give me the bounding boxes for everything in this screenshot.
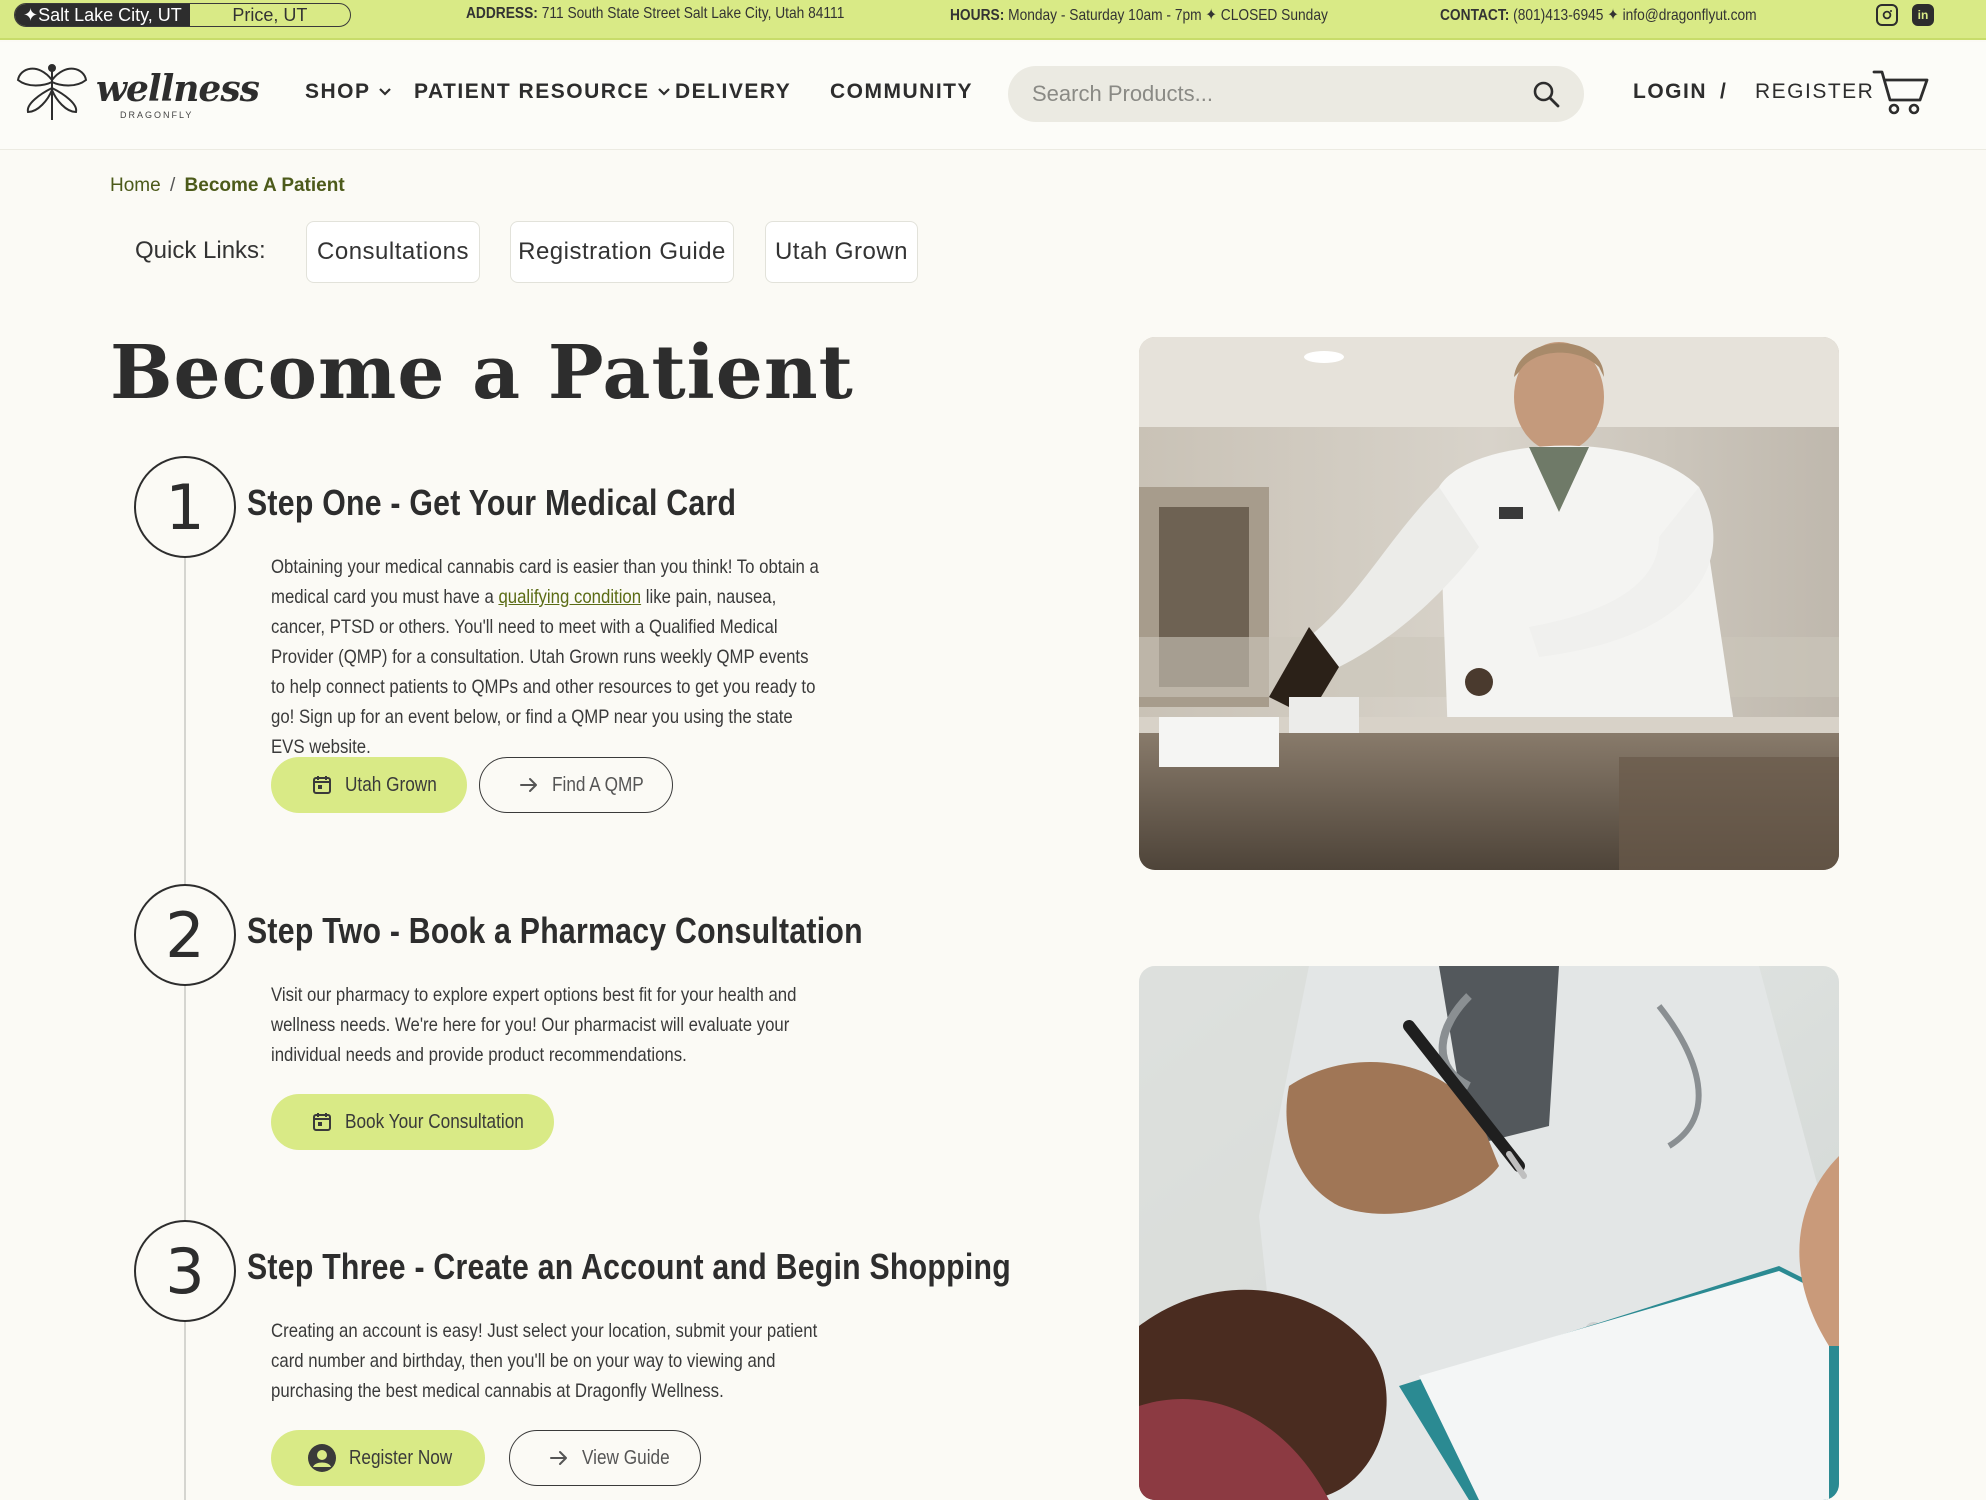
top-info-bar: ✦Salt Lake City, UT Price, UT ADDRESS: 7… xyxy=(0,0,1986,40)
calendar-icon xyxy=(313,776,331,794)
step-2-description: Visit our pharmacy to explore expert opt… xyxy=(271,984,797,1066)
contact-value: (801)413-6945 ✦ info@dragonflyut.com xyxy=(1513,7,1757,24)
utah-grown-button[interactable]: Utah Grown xyxy=(271,757,467,813)
arrow-right-icon xyxy=(520,778,537,792)
quick-link-consultations[interactable]: Consultations xyxy=(306,221,480,283)
logo-wordmark: wellness xyxy=(96,68,260,110)
consultation-image xyxy=(1139,966,1839,1500)
address-label: ADDRESS: xyxy=(466,5,538,22)
find-qmp-button[interactable]: Find A QMP xyxy=(479,757,673,813)
linkedin-glyph: in xyxy=(1917,8,1929,22)
register-link[interactable]: REGISTER xyxy=(1755,80,1874,104)
step-2-title: Step Two - Book a Pharmacy Consultation xyxy=(247,910,863,951)
arrow-right-icon xyxy=(550,1451,567,1465)
contact-info: CONTACT: (801)413-6945 ✦ info@dragonflyu… xyxy=(1440,5,1757,25)
register-now-button-label: Register Now xyxy=(349,1446,453,1469)
instagram-icon[interactable] xyxy=(1876,4,1898,26)
chevron-down-icon xyxy=(657,88,670,96)
step-3-description: Creating an account is easy! Just select… xyxy=(271,1320,818,1402)
calendar-icon xyxy=(313,1113,331,1131)
logo-subtitle: DRAGONFLY xyxy=(120,110,194,120)
breadcrumb: Home / Become A Patient xyxy=(110,175,345,197)
linkedin-icon[interactable]: in xyxy=(1912,4,1934,26)
cart-icon[interactable] xyxy=(1872,68,1930,116)
book-consultation-button[interactable]: Book Your Consultation xyxy=(271,1094,554,1150)
user-icon xyxy=(308,1444,336,1472)
pharmacist-photo xyxy=(1139,337,1839,870)
breadcrumb-home[interactable]: Home xyxy=(110,175,161,196)
nav-item-shop[interactable]: SHOP xyxy=(305,80,391,104)
consultation-photo xyxy=(1139,966,1839,1500)
search-input[interactable] xyxy=(1032,66,1512,122)
auth-separator: / xyxy=(1720,80,1728,103)
breadcrumb-current: Become A Patient xyxy=(184,175,345,196)
breadcrumb-separator: / xyxy=(169,175,176,196)
step-1-description: Obtaining your medical cannabis card is … xyxy=(271,552,821,762)
main-navigation: wellness DRAGONFLY SHOP PATIENT RESOURCE… xyxy=(0,42,1986,150)
page-title: Become a Patient xyxy=(110,330,854,416)
contact-label: CONTACT: xyxy=(1440,7,1510,24)
dragonfly-logo-icon xyxy=(16,64,88,120)
view-guide-button-label: View Guide xyxy=(582,1446,670,1469)
quick-link-registration-guide[interactable]: Registration Guide xyxy=(510,221,734,283)
nav-item-delivery-label: DELIVERY xyxy=(675,80,792,103)
chevron-down-icon xyxy=(378,88,391,96)
utah-grown-button-label: Utah Grown xyxy=(345,773,437,796)
find-qmp-button-label: Find A QMP xyxy=(552,773,644,796)
dragonfly-wellness-logo[interactable]: wellness DRAGONFLY xyxy=(14,58,260,128)
timeline-line xyxy=(184,555,186,1500)
nav-item-patient-resource-label: PATIENT RESOURCE xyxy=(414,80,650,103)
hours-label: HOURS: xyxy=(950,7,1005,24)
search-icon[interactable] xyxy=(1532,80,1560,108)
book-consultation-button-label: Book Your Consultation xyxy=(345,1110,524,1133)
search-bar xyxy=(1008,66,1584,122)
quick-link-utah-grown[interactable]: Utah Grown xyxy=(765,221,918,283)
step-number-2: 2 xyxy=(134,884,236,986)
pharmacist-image xyxy=(1139,337,1839,870)
step-number-1: 1 xyxy=(134,456,236,558)
location-switch[interactable]: ✦Salt Lake City, UT Price, UT xyxy=(14,3,351,27)
nav-item-community[interactable]: COMMUNITY xyxy=(830,80,973,104)
step-1-title: Step One - Get Your Medical Card xyxy=(247,482,737,523)
nav-item-shop-label: SHOP xyxy=(305,80,371,103)
nav-item-community-label: COMMUNITY xyxy=(830,80,973,103)
quick-links-label: Quick Links: xyxy=(135,237,266,264)
qualifying-condition-link[interactable]: qualifying condition xyxy=(498,586,641,608)
location-option-price[interactable]: Price, UT xyxy=(190,4,350,26)
location-option-salt-lake[interactable]: ✦Salt Lake City, UT xyxy=(15,4,190,26)
step-1-text-after-link: like pain, nausea, cancer, PTSD or other… xyxy=(271,586,816,758)
hours-value: Monday - Saturday 10am - 7pm ✦ CLOSED Su… xyxy=(1008,7,1328,24)
step-3-title: Step Three - Create an Account and Begin… xyxy=(247,1246,1011,1287)
hours-info: HOURS: Monday - Saturday 10am - 7pm ✦ CL… xyxy=(950,5,1328,25)
address-info: ADDRESS: 711 South State Street Salt Lak… xyxy=(466,5,844,23)
nav-item-delivery[interactable]: DELIVERY xyxy=(675,80,791,104)
step-number-3: 3 xyxy=(134,1220,236,1322)
register-now-button[interactable]: Register Now xyxy=(271,1430,485,1486)
login-link[interactable]: LOGIN xyxy=(1633,80,1707,104)
view-guide-button[interactable]: View Guide xyxy=(509,1430,701,1486)
address-value: 711 South State Street Salt Lake City, U… xyxy=(541,5,845,22)
nav-item-patient-resource[interactable]: PATIENT RESOURCE xyxy=(414,80,670,104)
